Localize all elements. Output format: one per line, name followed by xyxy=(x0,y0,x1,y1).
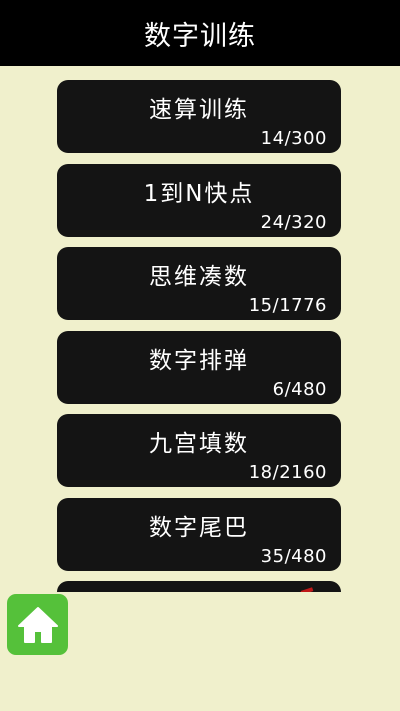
home-icon xyxy=(17,606,58,643)
game-card-progress: 18/2160 xyxy=(248,462,327,483)
game-list: 速算训练 14/300 1到N快点 24/320 思维凑数 15/1776 数字… xyxy=(57,80,341,592)
game-card-progress: 14/300 xyxy=(260,128,327,149)
game-card-title: 速算训练 xyxy=(149,97,249,123)
game-card-make-number[interactable]: 思维凑数 15/1776 xyxy=(57,247,341,320)
game-card-progress: 24/320 xyxy=(260,211,327,233)
game-card-progress: 6/480 xyxy=(272,378,327,400)
home-button[interactable] xyxy=(7,594,68,655)
game-card-number-bomb[interactable]: 数字排弹 6/480 xyxy=(57,330,341,404)
game-card-number-tail[interactable]: 数字尾巴 35/480 xyxy=(57,497,341,571)
game-list-viewport[interactable]: 速算训练 14/300 1到N快点 24/320 思维凑数 15/1776 数字… xyxy=(0,66,400,592)
game-card-title: 数字排弹 xyxy=(149,347,249,374)
game-card-title: 九宫填数 xyxy=(149,431,249,457)
game-card-partial[interactable] xyxy=(57,581,341,592)
page-title: 数字训练 xyxy=(144,20,256,52)
game-card-progress: 15/1776 xyxy=(248,295,327,316)
card-accent-mark xyxy=(300,587,314,592)
game-card-speed-calc[interactable]: 速算训练 14/300 xyxy=(57,80,341,153)
game-card-progress: 35/480 xyxy=(260,545,327,567)
game-card-title: 数字尾巴 xyxy=(149,514,249,541)
app-header: 数字训练 xyxy=(0,0,400,66)
game-card-1-to-n[interactable]: 1到N快点 24/320 xyxy=(57,163,341,237)
game-card-title: 思维凑数 xyxy=(149,264,249,290)
game-card-nine-grid[interactable]: 九宫填数 18/2160 xyxy=(57,414,341,487)
game-card-title: 1到N快点 xyxy=(143,180,255,207)
